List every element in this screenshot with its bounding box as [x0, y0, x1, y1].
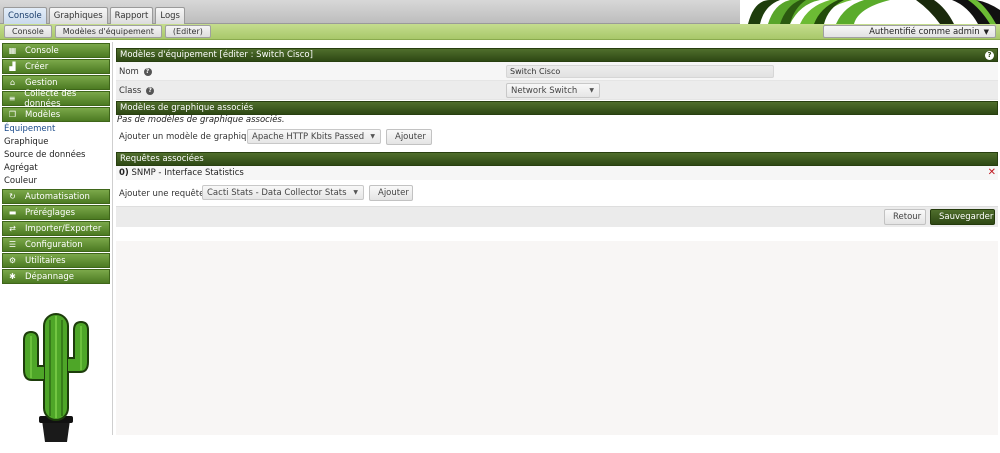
action-bar: Retour Sauvegarder	[116, 206, 998, 227]
main-tabs: Console Graphiques Rapport Logs	[3, 7, 185, 24]
query-item: 0) SNMP - Interface Statistics	[119, 168, 244, 178]
sidebar-item-modeles[interactable]: ❐ Modèles	[2, 107, 110, 122]
top-bar: Console Graphiques Rapport Logs	[0, 0, 1000, 24]
question-icon[interactable]: ?	[143, 67, 152, 76]
tab-graphiques[interactable]: Graphiques	[48, 7, 108, 24]
gears-icon: ⚙	[8, 256, 17, 265]
query-section-title: Requêtes associées	[120, 154, 204, 164]
copy-icon: ❐	[8, 110, 17, 119]
sidebar-item-label: Configuration	[25, 239, 83, 250]
sidebar: ▦ Console ▟ Créer ⌂ Gestion ≡ Collecte des d…	[0, 42, 113, 442]
map-icon: ▦	[8, 46, 17, 55]
user-menu[interactable]: Authentifié comme admin ▼	[823, 25, 996, 38]
breadcrumb-edit[interactable]: (Editer)	[164, 25, 211, 38]
tab-logs[interactable]: Logs	[155, 7, 185, 24]
cactus-banner-logo	[740, 0, 1000, 24]
sidebar-item-label: Console	[25, 45, 59, 56]
class-select-value: Network Switch	[511, 86, 578, 96]
breadcrumb-device-templates[interactable]: Modèles d'équipement	[54, 25, 162, 38]
query-section-header: Requêtes associées	[116, 152, 998, 166]
sidebar-item-configuration[interactable]: ☰ Configuration	[2, 237, 110, 252]
breadcrumb-bar: Console Modèles d'équipement (Editer) Au…	[0, 24, 1000, 40]
page-title: Modèles d'équipement [éditer : Switch Ci…	[120, 50, 313, 60]
add-query-row: Ajouter une requête Cacti Stats - Data C…	[116, 180, 998, 206]
breadcrumb-console[interactable]: Console	[4, 25, 52, 38]
graph-template-select-value: Apache HTTP Kbits Passed	[252, 132, 365, 142]
back-button[interactable]: Retour	[884, 209, 926, 225]
database-icon: ≡	[8, 94, 16, 103]
sidebar-subitem-agregat[interactable]: Agrégat	[0, 162, 112, 175]
query-select[interactable]: Cacti Stats - Data Collector Stats ▼	[202, 185, 364, 200]
archive-icon: ▬	[8, 208, 17, 217]
auth-label: Authentifié comme admin	[869, 27, 980, 37]
field-label-class: Class ?	[119, 86, 155, 96]
sidebar-item-label: Importer/Exporter	[25, 223, 102, 234]
sidebar-item-label: Gestion	[25, 77, 58, 88]
chart-icon: ▟	[9, 62, 16, 71]
exchange-icon: ⇄	[9, 224, 16, 233]
main-content: Modèles d'équipement [éditer : Switch Ci…	[116, 48, 998, 227]
sidebar-item-import-export[interactable]: ⇄ Importer/Exporter	[2, 221, 110, 236]
sidebar-item-label: Dépannage	[25, 271, 74, 282]
tab-console[interactable]: Console	[3, 7, 47, 24]
field-row-nom: Nom ? Switch Cisco	[116, 62, 998, 81]
sliders-icon: ☰	[8, 240, 17, 249]
sidebar-item-label: Créer	[25, 61, 49, 72]
delete-icon[interactable]: ✕	[988, 167, 996, 178]
graph-template-select[interactable]: Apache HTTP Kbits Passed ▼	[247, 129, 381, 144]
add-graph-row: Ajouter un modèle de graphique Apache HT…	[116, 126, 998, 148]
add-query-button[interactable]: Ajouter	[369, 185, 413, 201]
page-title-bar: Modèles d'équipement [éditer : Switch Ci…	[116, 48, 998, 62]
content-background	[116, 241, 998, 435]
field-row-class: Class ? Network Switch ▼	[116, 81, 998, 100]
class-select[interactable]: Network Switch ▼	[506, 83, 600, 98]
chevron-down-icon: ▼	[370, 133, 375, 140]
sidebar-item-prereglages[interactable]: ▬ Préréglages	[2, 205, 110, 220]
add-graph-button[interactable]: Ajouter	[386, 129, 432, 145]
tab-rapport[interactable]: Rapport	[109, 7, 154, 24]
sidebar-item-label: Utilitaires	[25, 255, 66, 266]
add-query-label: Ajouter une requête	[119, 189, 205, 199]
chevron-down-icon: ▼	[589, 87, 594, 94]
query-row: 0) SNMP - Interface Statistics ✕	[116, 166, 998, 180]
sidebar-item-label: Modèles	[25, 109, 61, 120]
save-button[interactable]: Sauvegarder	[930, 209, 995, 225]
home-icon: ⌂	[9, 78, 16, 87]
sidebar-item-depannage[interactable]: ✱ Dépannage	[2, 269, 110, 284]
cactus-logo	[20, 300, 92, 453]
sidebar-item-console[interactable]: ▦ Console	[2, 43, 110, 58]
query-select-value: Cacti Stats - Data Collector Stats	[207, 188, 347, 198]
question-icon[interactable]: ?	[146, 86, 155, 95]
sidebar-item-creer[interactable]: ▟ Créer	[2, 59, 110, 74]
chevron-down-icon: ▼	[983, 28, 989, 36]
field-label-nom: Nom ?	[119, 67, 152, 77]
sidebar-subitem-source-donnees[interactable]: Source de données	[0, 149, 112, 162]
sidebar-subitem-graphique[interactable]: Graphique	[0, 136, 112, 149]
chevron-down-icon: ▼	[353, 189, 358, 196]
sidebar-item-utilitaires[interactable]: ⚙ Utilitaires	[2, 253, 110, 268]
sidebar-item-label: Automatisation	[25, 191, 90, 202]
graph-empty-message: Pas de modèles de graphique associés.	[117, 115, 285, 125]
sidebar-item-automatisation[interactable]: ↻ Automatisation	[2, 189, 110, 204]
sidebar-item-collecte[interactable]: ≡ Collecte des données	[2, 88, 110, 109]
sidebar-subitem-couleur[interactable]: Couleur	[0, 175, 112, 188]
add-graph-label: Ajouter un modèle de graphique	[119, 132, 257, 142]
nom-input[interactable]: Switch Cisco	[506, 65, 774, 78]
graph-section-title: Modèles de graphique associés	[120, 103, 254, 113]
bug-icon: ✱	[9, 272, 16, 281]
graph-section-header: Modèles de graphique associés	[116, 101, 998, 115]
sidebar-item-label: Préréglages	[25, 207, 76, 218]
sidebar-item-label: Collecte des données	[24, 88, 77, 109]
help-icon[interactable]: ?	[985, 51, 994, 60]
breadcrumb: Console Modèles d'équipement (Editer)	[4, 25, 211, 38]
sidebar-subitem-equipement[interactable]: Équipement	[0, 123, 112, 136]
refresh-icon: ↻	[9, 192, 16, 201]
